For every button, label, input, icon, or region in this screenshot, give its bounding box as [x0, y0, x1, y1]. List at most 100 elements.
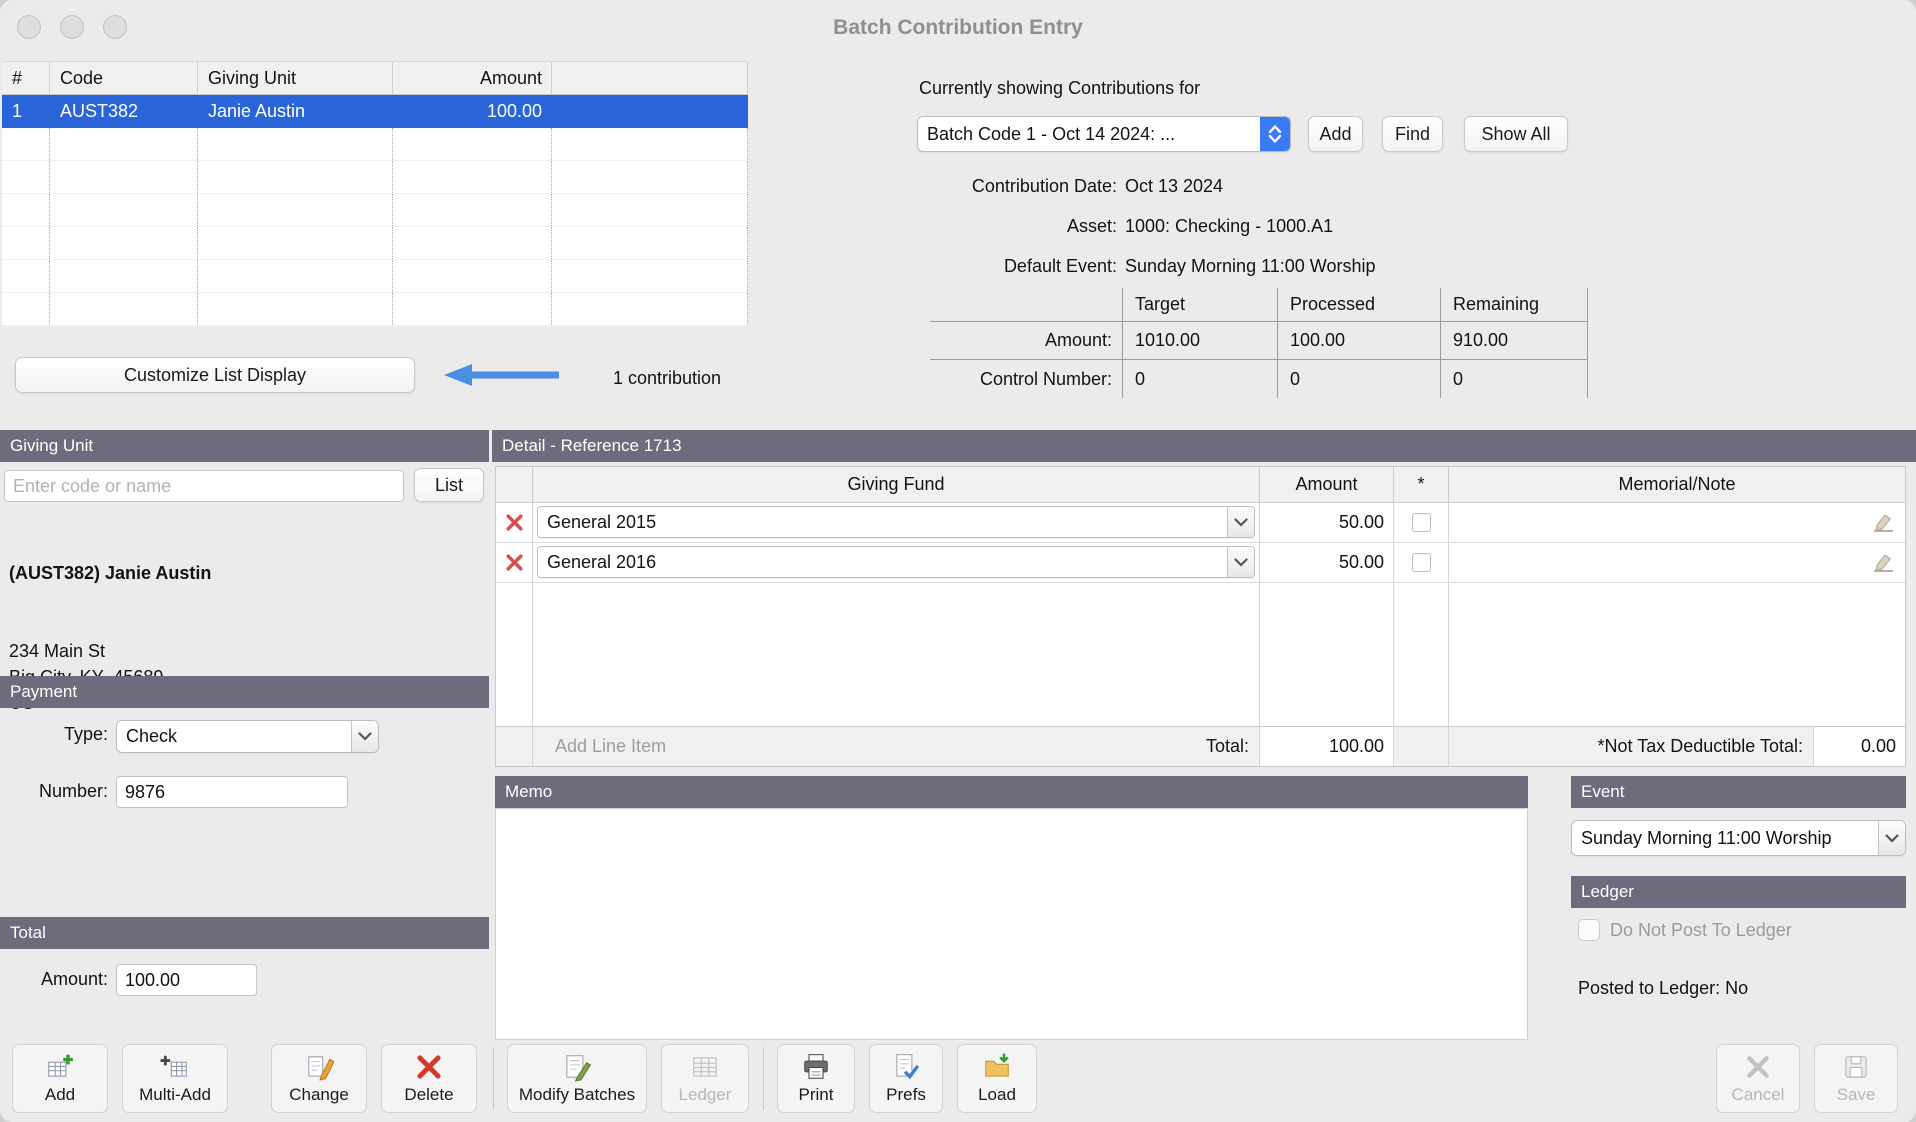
payment-number-label: Number: [38, 781, 108, 801]
do-not-post-checkbox[interactable] [1578, 919, 1600, 941]
summary-col-target: Target [1122, 288, 1277, 322]
memo-textarea[interactable] [495, 808, 1528, 1040]
add-icon [48, 1054, 73, 1077]
total-amount-input[interactable] [116, 964, 257, 996]
window-title: Batch Contribution Entry [833, 16, 1083, 39]
summary-amount-target: 1010.00 [1122, 322, 1277, 360]
detail-total-value: 100.00 [1260, 727, 1394, 766]
modify-batches-icon [566, 1055, 592, 1082]
ntd-total-value: 0.00 [1813, 727, 1905, 766]
chevron-down-icon [1227, 507, 1254, 537]
cancel-button[interactable]: Cancel [1716, 1044, 1800, 1113]
giving-unit-search-input[interactable] [4, 470, 404, 502]
total-amount-label: Amount: [40, 969, 108, 989]
batch-add-button[interactable]: Add [1308, 116, 1363, 152]
line-amount[interactable]: 50.00 [1260, 543, 1394, 582]
ntd-checkbox[interactable] [1411, 553, 1431, 572]
modify-batches-button[interactable]: Modify Batches [507, 1044, 647, 1113]
giving-unit-header: Giving Unit [0, 430, 489, 462]
multi-add-button[interactable]: Multi-Add [122, 1044, 228, 1113]
batch-find-button[interactable]: Find [1382, 116, 1443, 152]
event-select[interactable]: Sunday Morning 11:00 Worship [1571, 820, 1906, 856]
change-button[interactable]: Change [271, 1044, 367, 1113]
empty-row [2, 260, 748, 293]
detail-table-header: Giving Fund Amount * Memorial/Note [496, 467, 1905, 503]
load-button[interactable]: Load [957, 1044, 1037, 1113]
ledger-icon [693, 1057, 717, 1077]
note-stamp-icon[interactable] [1872, 553, 1895, 578]
fund-cell: General 2015 [533, 503, 1260, 542]
zoom-button[interactable] [103, 15, 127, 39]
ntd-total-cell: *Not Tax Deductible Total: 0.00 [1449, 727, 1905, 766]
contributions-list: # Code Giving Unit Amount 1 AUST382 Jani… [2, 61, 748, 326]
detail-empty-area [496, 583, 1905, 726]
memorial-note-cell[interactable] [1449, 543, 1905, 582]
add-button[interactable]: Add [12, 1044, 108, 1113]
ntd-total-label: *Not Tax Deductible Total: [1597, 736, 1803, 756]
detail-col-ntd: * [1394, 467, 1449, 502]
giving-fund-value: General 2015 [547, 511, 657, 532]
total-header: Total [0, 917, 489, 949]
detail-col-memorial-note: Memorial/Note [1618, 474, 1736, 494]
chevron-up-down-icon [1260, 117, 1290, 151]
detail-col-amount: Amount [1260, 467, 1394, 502]
note-stamp-icon[interactable] [1872, 513, 1895, 538]
col-header-amount: Amount [393, 62, 552, 94]
contribution-date-value: Oct 13 2024 [1125, 175, 1224, 196]
contribution-count: 1 contribution [613, 368, 722, 388]
summary-amount-label: Amount: [930, 322, 1122, 360]
close-button[interactable] [17, 15, 41, 39]
payment-type-value: Check [126, 726, 178, 746]
ntd-cell [1394, 503, 1449, 542]
delete-line-button[interactable] [496, 543, 533, 582]
summary-col-remaining: Remaining [1440, 288, 1588, 322]
cell-num: 1 [12, 101, 23, 121]
cell-amount: 100.00 [486, 101, 542, 121]
left-arrow-pointer [444, 364, 559, 386]
do-not-post-label: Do Not Post To Ledger [1610, 920, 1792, 940]
col-header-code: Code [50, 62, 198, 94]
summary-control-target: 0 [1122, 360, 1277, 398]
batch-show-all-button[interactable]: Show All [1464, 116, 1568, 152]
toolbar-divider [763, 1047, 764, 1110]
chevron-down-icon [1878, 821, 1905, 855]
total-row-fund-cell: Add Line Item Total: [533, 727, 1260, 766]
ntd-cell [1394, 543, 1449, 582]
memorial-note-cell[interactable] [1449, 503, 1905, 542]
contribution-date-label: Contribution Date: [971, 175, 1117, 196]
cell-giving-unit: Janie Austin [208, 101, 306, 121]
ntd-checkbox[interactable] [1411, 513, 1431, 532]
detail-line-row: General 2016 50.00 [496, 543, 1905, 583]
payment-number-input[interactable] [116, 776, 348, 808]
customize-list-display-button[interactable]: Customize List Display [15, 357, 415, 393]
batch-summary-table: Target Processed Remaining Amount: 1010.… [930, 288, 1588, 398]
delete-line-button[interactable] [496, 503, 533, 542]
batch-select-value: Batch Code 1 - Oct 14 2024: ... [927, 123, 1176, 144]
giving-unit-name: (AUST382) Janie Austin [9, 563, 212, 583]
delete-button[interactable]: Delete [381, 1044, 477, 1113]
giving-fund-select[interactable]: General 2016 [537, 546, 1255, 578]
save-button[interactable]: Save [1814, 1044, 1898, 1113]
field-contribution-date: Contribution Date: Oct 13 2024 [917, 172, 1223, 200]
minimize-button[interactable] [60, 15, 84, 39]
batch-contribution-entry-window: Batch Contribution Entry # Code Giving U… [0, 0, 1916, 1122]
contribution-row-selected[interactable]: 1 AUST382 Janie Austin 100.00 [2, 95, 748, 128]
print-button[interactable]: Print [777, 1044, 855, 1113]
add-line-item-button[interactable]: Add Line Item [555, 727, 666, 766]
giving-unit-list-button[interactable]: List [414, 468, 484, 502]
cancel-icon [1747, 1056, 1769, 1078]
prefs-button[interactable]: Prefs [869, 1044, 943, 1113]
line-amount[interactable]: 50.00 [1260, 503, 1394, 542]
delete-icon [417, 1055, 441, 1079]
asset-label: Asset: [1066, 215, 1117, 236]
posted-to-ledger-status: Posted to Ledger: No [1578, 978, 1749, 998]
memo-header: Memo [495, 776, 1528, 808]
save-icon [1845, 1056, 1867, 1078]
batch-select[interactable]: Batch Code 1 - Oct 14 2024: ... [917, 116, 1291, 152]
payment-type-select[interactable]: Check [116, 720, 379, 753]
print-icon [804, 1054, 828, 1079]
ledger-button[interactable]: Ledger [661, 1044, 749, 1113]
detail-col-giving-fund: Giving Fund [533, 467, 1260, 502]
giving-fund-select[interactable]: General 2015 [537, 506, 1255, 538]
summary-control-remaining: 0 [1440, 360, 1588, 398]
